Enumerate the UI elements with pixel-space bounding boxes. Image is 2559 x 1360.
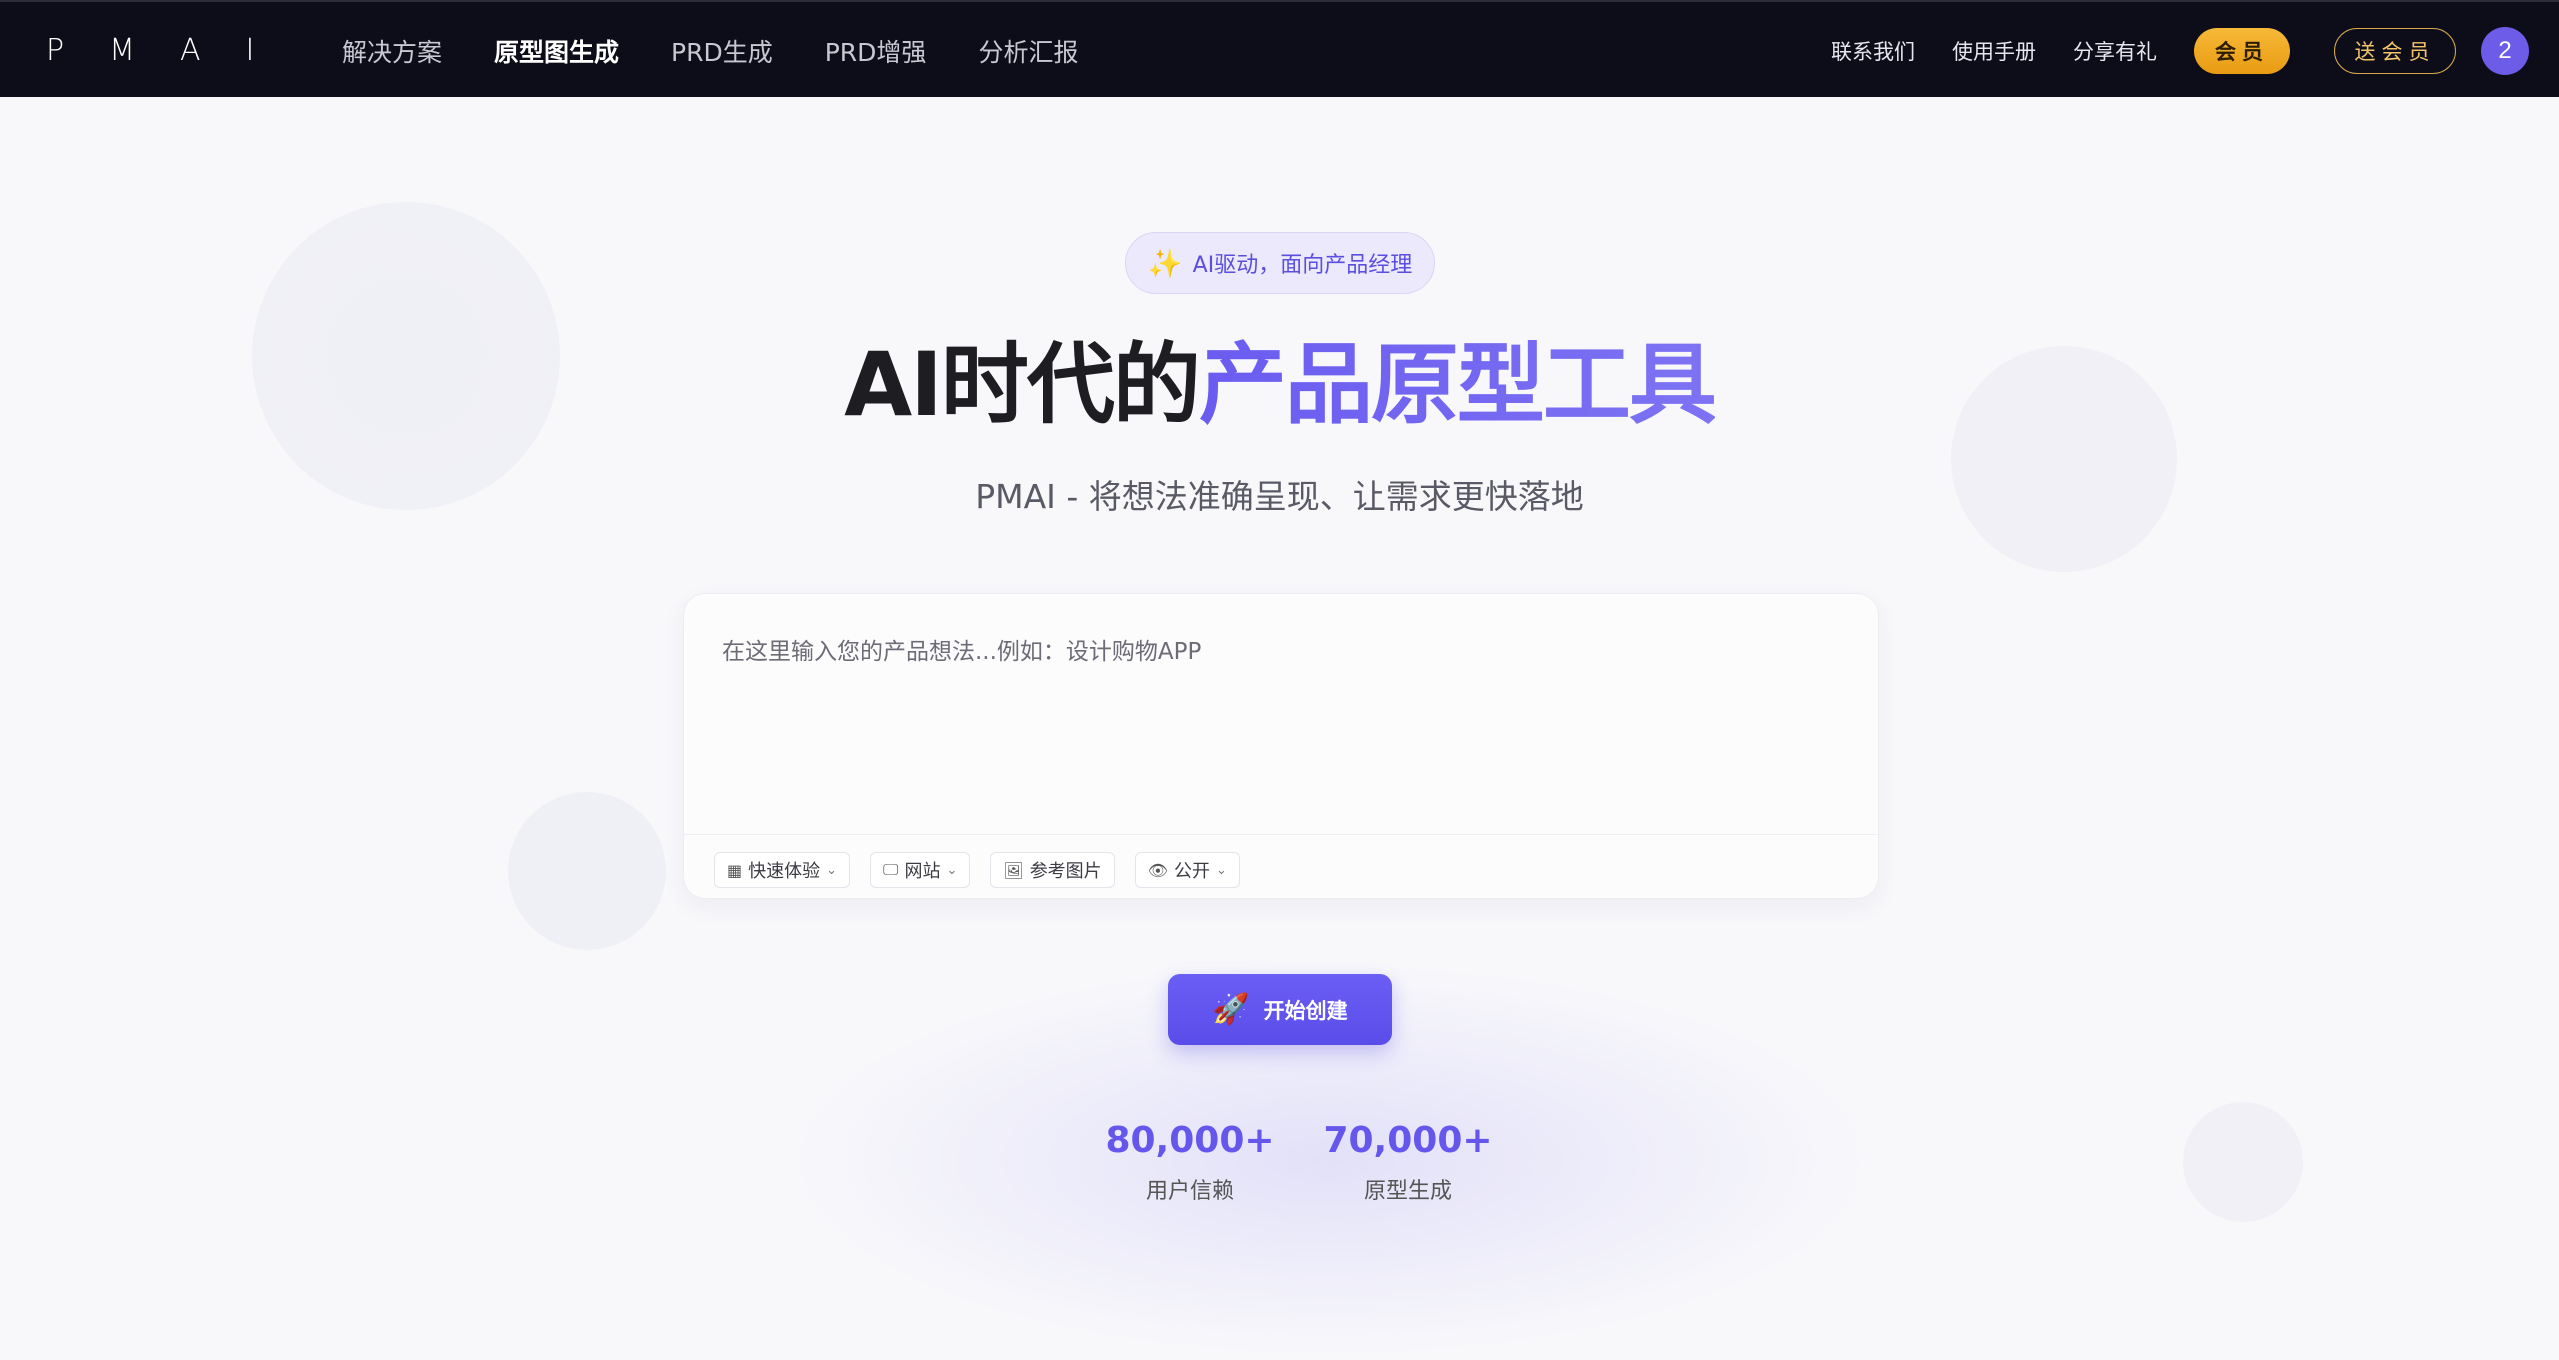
prompt-card: ▦ 快速体验 ⌄ 🖵 网站 ⌄ 🖼 参考图片 👁 公开 ⌄ [683,593,1879,899]
stat-label: 原型生成 [1363,1179,1452,1204]
manual-link[interactable]: 使用手册 [1952,36,2036,66]
visibility-dropdown[interactable]: 👁 公开 ⌄ [1134,852,1240,888]
logo[interactable]: PMAI [46,30,299,70]
top-nav: PMAI 解决方案 原型图生成 PRD生成 PRD增强 分析汇报 联系我们 使用… [0,0,2559,97]
main-nav: 解决方案 原型图生成 PRD生成 PRD增强 分析汇报 [342,2,1130,99]
reference-image-button[interactable]: 🖼 参考图片 [990,852,1115,888]
tool-label: 参考图片 [1029,861,1102,882]
eye-icon: 👁 [1147,860,1168,880]
product-idea-input[interactable] [720,630,1842,814]
tool-label: 公开 [1174,861,1210,882]
sparkles-icon: ✨ [1147,247,1183,279]
stat-number: 80,000+ [1080,1120,1300,1161]
share-gift-link[interactable]: 分享有礼 [2073,36,2157,66]
right-nav: 联系我们 使用手册 分享有礼 会员 送会员 2 [1831,2,2529,99]
nav-link-prototype[interactable]: 原型图生成 [494,33,619,69]
badge-text: AI驱动，面向产品经理 [1192,253,1413,278]
cta-label: 开始创建 [1263,998,1348,1023]
hero-title: AI时代的产品原型工具 [0,330,2559,440]
hero-subtitle: PMAI - 将想法准确呈现、让需求更快落地 [975,477,1584,516]
monitor-icon: 🖵 [883,860,899,879]
stat-label: 用户信赖 [1145,1179,1234,1204]
decor-circle [508,792,666,950]
avatar[interactable]: 2 [2481,26,2529,75]
quick-experience-dropdown[interactable]: ▦ 快速体验 ⌄ [714,852,851,888]
start-create-button[interactable]: 🚀 开始创建 [1168,974,1392,1045]
stat-users: 80,000+ 用户信赖 [1080,1120,1300,1205]
hero-badge: ✨ AI驱动，面向产品经理 [1125,232,1435,294]
stat-number: 70,000+ [1298,1120,1518,1161]
stat-value: 70,000 [1323,1120,1463,1161]
platform-dropdown[interactable]: 🖵 网站 ⌄ [870,852,971,888]
hero-title-plain: AI时代的 [844,333,1201,436]
prompt-toolbar: ▦ 快速体验 ⌄ 🖵 网站 ⌄ 🖼 参考图片 👁 公开 ⌄ [714,852,1240,888]
nav-link-prd-enhance[interactable]: PRD增强 [825,33,927,69]
nav-link-analysis-report[interactable]: 分析汇报 [978,33,1078,69]
tool-label: 快速体验 [748,861,821,882]
tool-label: 网站 [904,861,941,882]
grid-icon: ▦ [727,860,743,880]
stat-suffix: + [1462,1120,1493,1161]
divider [684,834,1878,835]
gift-vip-button[interactable]: 送会员 [2334,27,2456,74]
rocket-icon: 🚀 [1212,993,1250,1026]
stat-prototypes: 70,000+ 原型生成 [1298,1120,1518,1205]
image-icon: 🖼 [1003,860,1024,880]
stat-value: 80,000 [1105,1120,1245,1161]
chevron-down-icon: ⌄ [946,862,958,878]
nav-link-solutions[interactable]: 解决方案 [342,33,442,69]
chevron-down-icon: ⌄ [826,862,838,878]
hero-title-accent: 产品原型工具 [1198,333,1717,436]
nav-link-prd-generate[interactable]: PRD生成 [671,33,773,69]
contact-link[interactable]: 联系我们 [1831,36,1915,66]
chevron-down-icon: ⌄ [1216,862,1227,878]
vip-button[interactable]: 会员 [2194,27,2290,74]
stat-suffix: + [1244,1120,1275,1161]
decor-circle [2183,1102,2303,1222]
